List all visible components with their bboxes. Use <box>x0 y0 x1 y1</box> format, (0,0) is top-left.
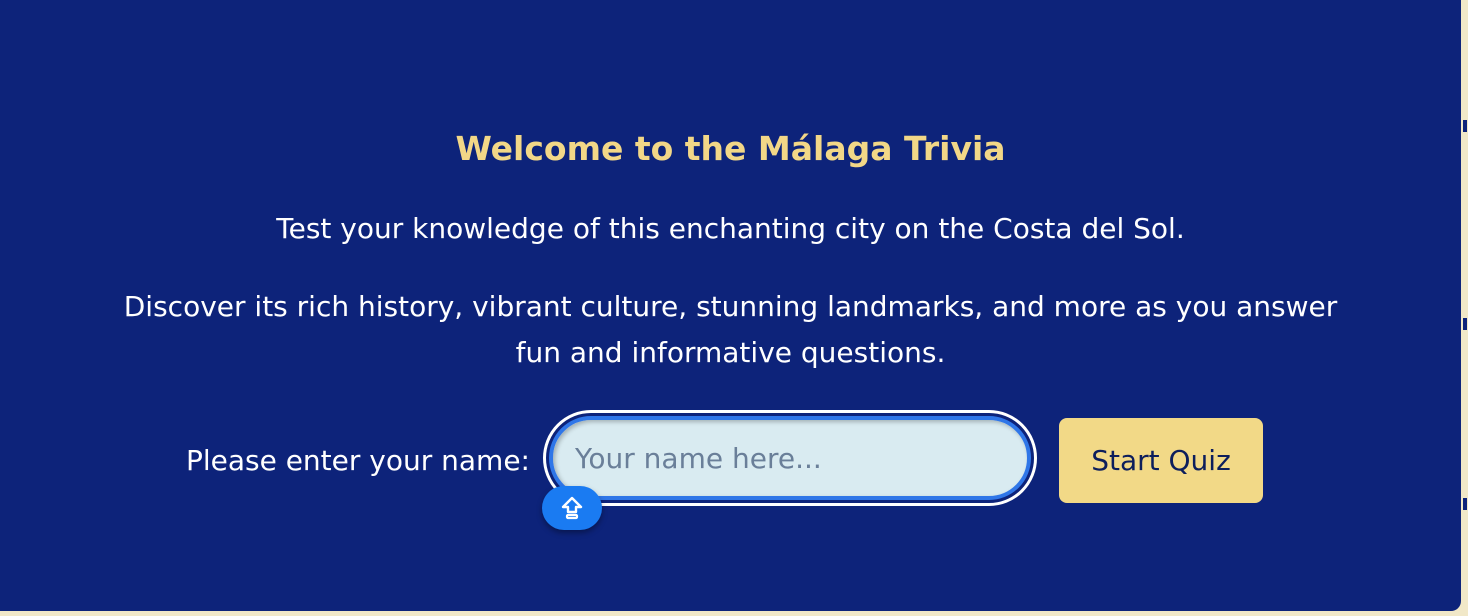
input-assist-button[interactable] <box>542 486 602 530</box>
start-quiz-button[interactable]: Start Quiz <box>1059 418 1263 503</box>
name-label: Please enter your name: <box>185 444 530 477</box>
description-text: Discover its rich history, vibrant cultu… <box>123 290 1338 369</box>
name-input[interactable] <box>549 416 1031 500</box>
arrow-up-in-box-icon <box>561 496 583 520</box>
page-title: Welcome to the Málaga Trivia <box>455 129 1006 168</box>
welcome-panel: Welcome to the Málaga Trivia Test your k… <box>0 0 1461 611</box>
edge-marker <box>1463 498 1467 510</box>
intro-text: Test your knowledge of this enchanting c… <box>276 212 1185 245</box>
edge-marker <box>1463 120 1467 132</box>
edge-marker <box>1463 318 1467 330</box>
name-input-focus-ring <box>543 410 1037 506</box>
